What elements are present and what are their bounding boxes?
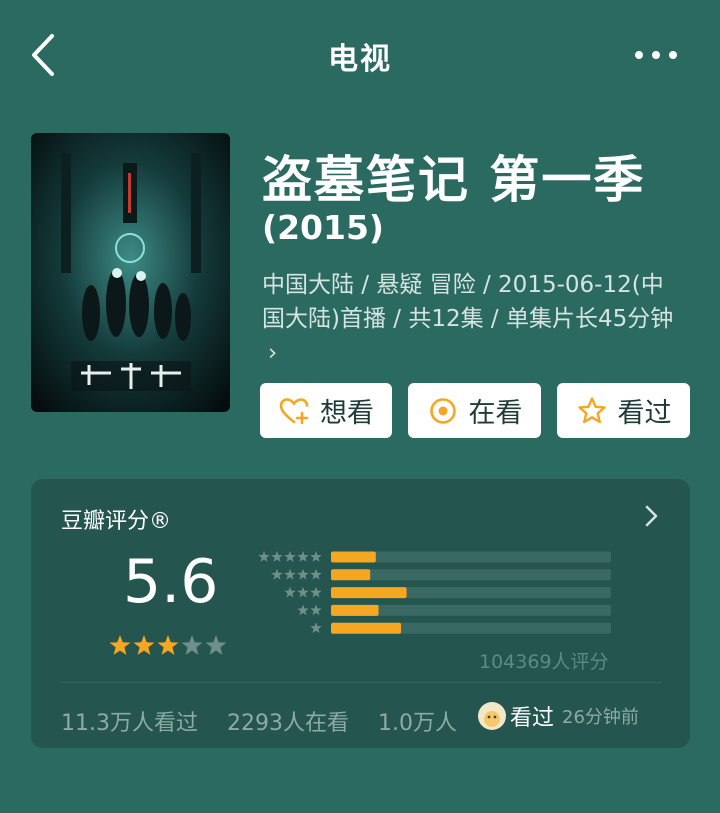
- distribution-star-icon: [297, 604, 309, 616]
- rating-count: 104369人评分: [479, 651, 609, 673]
- star-filled-icon: [133, 635, 155, 655]
- chevron-right-icon[interactable]: [639, 501, 663, 531]
- more-dots-icon: [635, 51, 677, 59]
- star-outline-icon: [577, 396, 606, 423]
- heart-plus-icon: [279, 397, 309, 424]
- watched-count: 11.3万人看过: [61, 711, 198, 736]
- distribution-bar-4-star: [331, 569, 371, 581]
- want-to-watch-button[interactable]: 想看: [260, 383, 392, 438]
- watching-button[interactable]: 在看: [408, 383, 541, 438]
- distribution-star-icon: [310, 568, 322, 580]
- friend-activity[interactable]: 看过 26分钟前: [478, 701, 639, 731]
- circle-dot-icon: [429, 397, 456, 424]
- distribution-star-icon: [271, 551, 283, 562]
- watched-label: 看过: [617, 398, 672, 429]
- rating-title: 豆瓣评分®: [61, 509, 172, 534]
- distribution-star-icon: [284, 586, 296, 598]
- distribution-star-icon: [284, 568, 296, 580]
- want-to-watch-label: 想看: [320, 398, 374, 429]
- star-filled-icon: [157, 635, 179, 655]
- star-empty-icon: [205, 635, 227, 655]
- watched-button[interactable]: 看过: [557, 383, 690, 438]
- distribution-bar-3-star: [331, 587, 407, 599]
- distribution-star-icon: [258, 551, 270, 562]
- avatar: [478, 702, 506, 730]
- page-title: 电视: [328, 42, 392, 77]
- distribution-star-icon: [297, 551, 309, 562]
- distribution-star-icon: [284, 551, 296, 562]
- poster-image[interactable]: [31, 133, 230, 412]
- distribution-star-icon: [297, 586, 309, 598]
- star-filled-icon: [109, 635, 131, 655]
- distribution-bar-2-star: [331, 604, 379, 616]
- rating-stars: [109, 635, 227, 655]
- distribution-star-icon: [310, 622, 322, 634]
- show-title: 盗墓笔记 第一季: [262, 151, 646, 209]
- meta-text: 中国大陆 / 悬疑 冒险 / 2015-06-12(中国大陆)首播 / 共12集…: [262, 272, 674, 332]
- star-empty-icon: [181, 635, 203, 655]
- friend-status: 看过: [510, 706, 555, 731]
- more-button[interactable]: [630, 40, 686, 70]
- show-meta[interactable]: 中国大陆 / 悬疑 冒险 / 2015-06-12(中国大陆)首播 / 共12集…: [262, 268, 682, 370]
- top-bar: 电视: [0, 0, 720, 110]
- rating-score: 5.6: [123, 547, 219, 617]
- watching-label: 在看: [468, 398, 523, 429]
- want-count: 1.0万人: [378, 711, 457, 736]
- distribution-star-icon: [310, 551, 322, 562]
- friend-time: 26分钟前: [562, 707, 639, 728]
- distribution-track: [331, 569, 611, 581]
- watching-count: 2293人在看: [227, 711, 349, 736]
- distribution-star-icon: [310, 604, 322, 616]
- distribution-bar-1-star: [331, 622, 401, 634]
- divider: [61, 682, 661, 683]
- distribution-star-icon: [297, 568, 309, 580]
- distribution-bar-5-star: [331, 551, 376, 563]
- distribution-star-icon: [310, 586, 322, 598]
- chevron-right-icon: ›: [268, 340, 278, 366]
- stats-row: 11.3万人看过 2293人在看 1.0万人: [61, 705, 479, 737]
- rating-distribution: [258, 551, 611, 634]
- show-year: (2015): [262, 208, 385, 247]
- distribution-star-icon: [271, 568, 283, 580]
- rating-card[interactable]: 豆瓣评分® 5.6 104369人评分 11.3万人看过 2293人在看 1.0…: [31, 479, 690, 748]
